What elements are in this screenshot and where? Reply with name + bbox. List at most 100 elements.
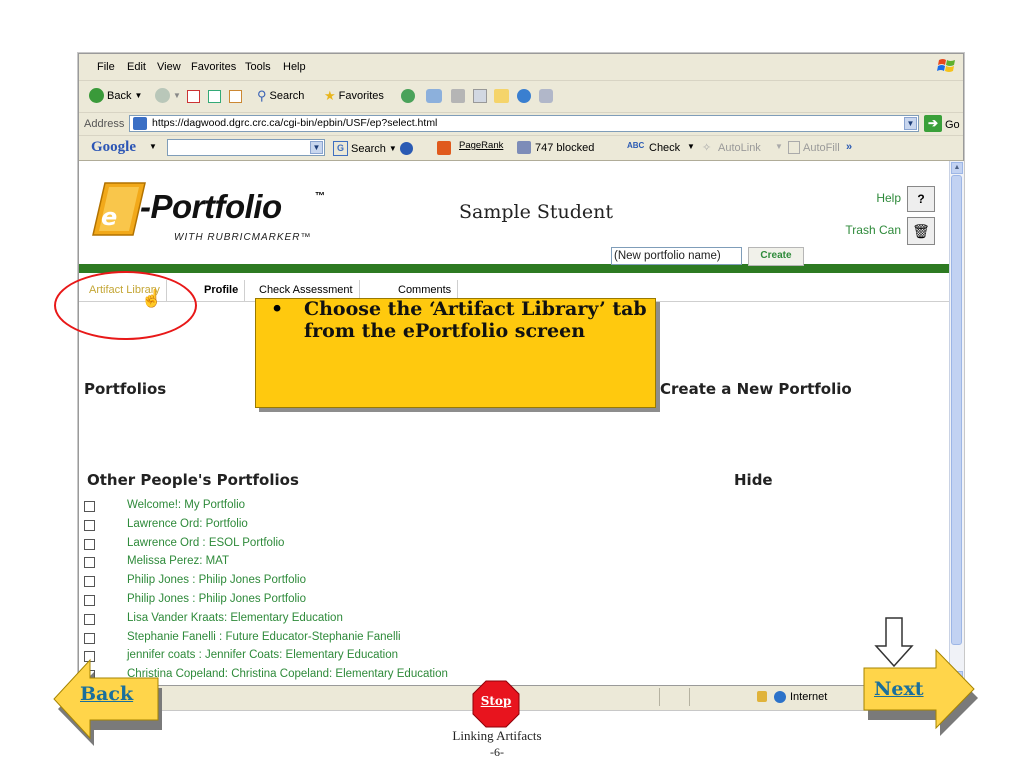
standard-toolbar: Back ▼ ▼ ⚲ Search ★ Favorites	[79, 81, 963, 113]
spell-check-icon: ABC	[627, 141, 645, 150]
star-icon: ★	[324, 88, 336, 103]
portfolio-link[interactable]: Philip Jones : Philip Jones Portfolio	[127, 593, 306, 605]
globe-icon[interactable]	[517, 89, 531, 103]
address-input[interactable]: https://dagwood.dgrc.crc.ca/cgi-bin/epbi…	[129, 115, 919, 132]
search-label: Search	[269, 90, 305, 102]
address-label: Address	[84, 118, 125, 130]
portfolio-link[interactable]: Lisa Vander Kraats: Elementary Education	[127, 612, 343, 624]
google-search-input[interactable]: ▼	[167, 139, 325, 156]
hide-checkbox[interactable]	[84, 538, 95, 550]
stop-load-icon[interactable]	[187, 90, 200, 103]
media-icon[interactable]	[401, 89, 415, 103]
down-arrow-icon	[874, 617, 914, 668]
menu-help[interactable]: Help	[283, 61, 306, 73]
pagerank-icon[interactable]	[437, 141, 451, 155]
back-label: Back	[107, 89, 132, 102]
status-divider	[689, 688, 690, 706]
favorites-button[interactable]: ★ Favorites	[324, 88, 384, 104]
messenger-icon[interactable]	[539, 89, 553, 103]
hide-checkbox[interactable]	[84, 613, 95, 625]
wand-icon: ✧	[702, 142, 712, 154]
google-logo[interactable]: Google	[91, 139, 136, 156]
hide-checkbox[interactable]	[84, 501, 95, 512]
page-viewport: e -Portfolio ™ WITH RUBRICMARKER™ Sample…	[79, 161, 949, 685]
stop-button[interactable]: Stop	[472, 694, 520, 708]
folder-icon[interactable]	[494, 89, 509, 103]
portfolio-link[interactable]: Welcome!: My Portfolio	[127, 499, 245, 511]
menu-tools[interactable]: Tools	[245, 61, 271, 73]
logo-trademark: ™	[315, 191, 325, 202]
logo-title: -Portfolio	[140, 188, 282, 225]
menu-favorites[interactable]: Favorites	[191, 61, 236, 73]
search-icon: ⚲	[257, 88, 267, 103]
portfolio-link[interactable]: Christina Copeland: Christina Copeland: …	[127, 668, 448, 680]
list-item: jennifer coats : Jennifer Coats: Element…	[84, 647, 684, 665]
portfolio-link[interactable]: Lawrence Ord: Portfolio	[127, 518, 248, 530]
forward-arrow-icon	[155, 88, 170, 103]
tab-profile[interactable]: Profile	[198, 280, 246, 301]
chevron-down-icon: ▼	[134, 91, 143, 100]
blocked-count[interactable]: 747 blocked	[535, 142, 594, 154]
trash-icon[interactable]: 🗑	[907, 217, 935, 245]
forward-button[interactable]: ▼	[155, 88, 181, 103]
hide-heading: Hide	[734, 471, 773, 489]
help-icon[interactable]: ?	[907, 186, 935, 212]
menu-edit[interactable]: Edit	[127, 61, 146, 73]
chevron-down-icon[interactable]: ▼	[149, 142, 157, 151]
vertical-scrollbar[interactable]: ▲ ▼	[949, 161, 964, 685]
scroll-thumb[interactable]	[951, 175, 962, 645]
trash-link[interactable]: Trash Can	[845, 223, 901, 237]
go-arrow-icon[interactable]: ➔	[924, 115, 942, 132]
hide-checkbox[interactable]	[84, 632, 95, 644]
portfolio-link[interactable]: Philip Jones : Philip Jones Portfolio	[127, 574, 306, 586]
back-arrow-icon	[89, 88, 104, 103]
favorites-label: Favorites	[338, 90, 384, 102]
page-icon	[133, 117, 147, 130]
refresh-icon[interactable]	[208, 90, 221, 103]
student-name: Sample Student	[459, 201, 614, 223]
menu-bar: File Edit View Favorites Tools Help	[79, 54, 963, 81]
chevron-down-icon[interactable]: ▼	[310, 141, 323, 154]
highlight-circle	[54, 271, 197, 340]
slide-footer-title: Linking Artifacts	[452, 728, 542, 743]
chevron-down-icon[interactable]: ▼	[904, 117, 917, 130]
check-button[interactable]: Check	[649, 142, 680, 154]
chevron-more-icon[interactable]: »	[846, 141, 852, 153]
create-portfolio-heading: Create a New Portfolio	[660, 380, 852, 398]
menu-file[interactable]: File	[97, 61, 115, 73]
chevron-down-icon[interactable]: ▼	[775, 142, 783, 151]
hide-checkbox[interactable]	[84, 576, 95, 588]
back-button[interactable]: Back	[80, 683, 133, 705]
list-item: Welcome!: My Portfolio	[84, 497, 684, 515]
list-item: Melissa Perez: MAT	[84, 553, 684, 571]
logo-letter: e	[101, 203, 117, 231]
home-icon[interactable]	[229, 90, 242, 103]
chevron-down-icon[interactable]: ▼	[687, 142, 695, 151]
print-icon[interactable]	[473, 89, 487, 103]
next-button[interactable]: Next	[874, 678, 924, 700]
autofill-button[interactable]: AutoFill	[803, 142, 840, 154]
hide-checkbox[interactable]	[84, 557, 95, 569]
hide-checkbox[interactable]	[84, 519, 95, 531]
history-icon[interactable]	[426, 89, 442, 103]
google-search-button[interactable]: G Search ▼	[333, 141, 413, 156]
back-button[interactable]: Back ▼	[89, 88, 142, 103]
go-button[interactable]: Go	[945, 119, 960, 131]
portfolio-link[interactable]: Lawrence Ord : ESOL Portfolio	[127, 537, 284, 549]
list-item: Stephanie Fanelli : Future Educator-Step…	[84, 629, 684, 647]
portfolio-link[interactable]: jennifer coats : Jennifer Coats: Element…	[127, 649, 398, 661]
help-link[interactable]: Help	[876, 191, 901, 205]
menu-view[interactable]: View	[157, 61, 181, 73]
portfolio-link[interactable]: Melissa Perez: MAT	[127, 555, 229, 567]
autolink-button[interactable]: AutoLink	[718, 142, 761, 154]
create-button[interactable]: Create	[748, 247, 804, 266]
mail-icon[interactable]	[451, 89, 465, 103]
header-divider	[79, 264, 949, 273]
search-button[interactable]: ⚲ Search	[257, 88, 304, 104]
new-portfolio-input[interactable]: (New portfolio name)	[611, 247, 742, 265]
scroll-up-icon[interactable]: ▲	[951, 162, 963, 174]
hide-checkbox[interactable]	[84, 595, 95, 606]
pagerank-label[interactable]: PageRank	[459, 140, 503, 151]
portfolio-link[interactable]: Stephanie Fanelli : Future Educator-Step…	[127, 631, 401, 643]
google-search-label: Search	[351, 142, 386, 155]
